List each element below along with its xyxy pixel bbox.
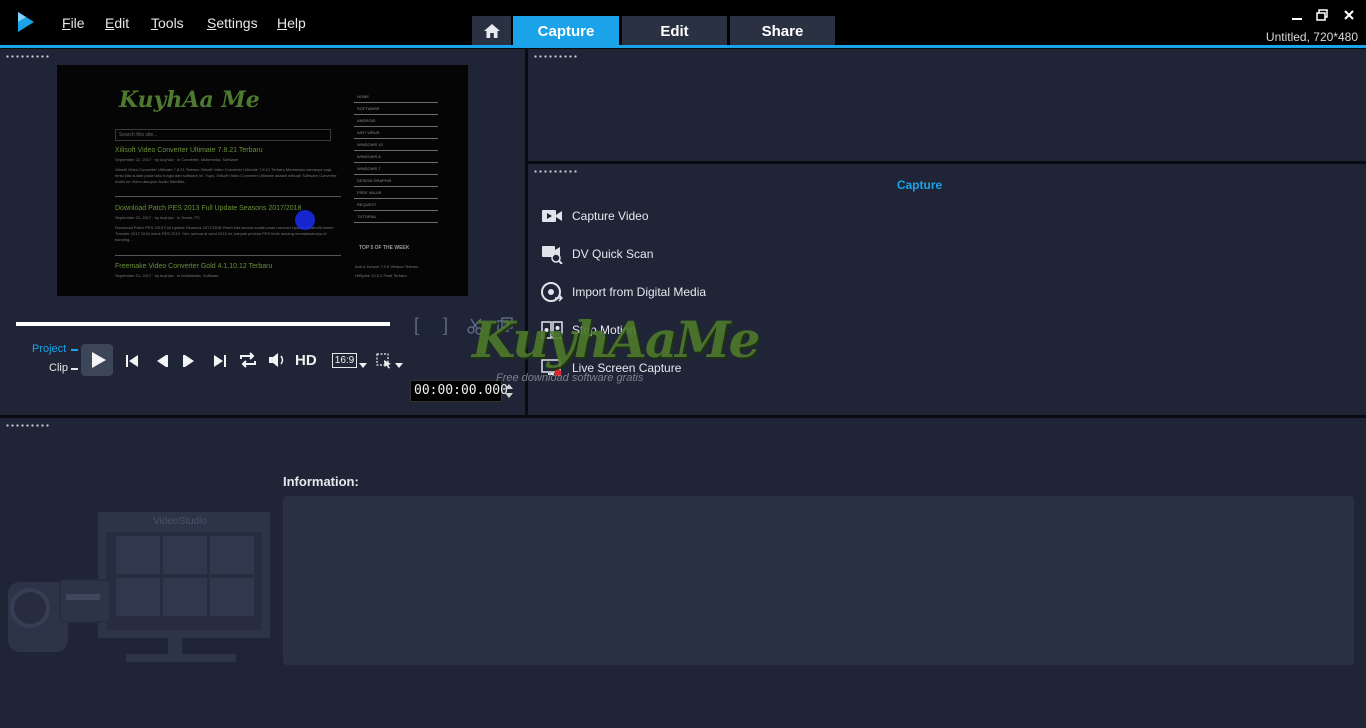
information-box [283, 496, 1354, 665]
preview-nav-item: ANDROID [354, 115, 438, 127]
stop-motion-icon [540, 319, 564, 341]
next-frame-icon[interactable] [181, 353, 197, 369]
app-logo-icon [18, 12, 34, 32]
cursor-highlight [295, 210, 315, 230]
chevron-down-icon[interactable] [395, 363, 403, 368]
option-label: Capture Video [572, 209, 649, 223]
mark-in-button[interactable]: [ [414, 315, 419, 336]
preview-window: KuyhAa Me Search this site... Xilisoft V… [57, 65, 468, 296]
capture-illustration-icon: VideoStudio [8, 512, 270, 662]
previous-frame-icon[interactable] [154, 353, 170, 369]
project-mode-toggle[interactable]: Project [32, 343, 66, 355]
project-mode-indicator [71, 349, 78, 351]
crop-select-icon[interactable] [376, 353, 394, 369]
preview-post-title: Freemake Video Converter Gold 4.1.10.12 … [115, 263, 273, 270]
menu-tools[interactable]: Tools [151, 15, 184, 31]
preview-nav-item: WINDOWS 7 [354, 163, 438, 175]
close-icon[interactable] [1341, 8, 1357, 24]
options-title: Capture [896, 178, 943, 192]
mark-out-button[interactable]: ] [443, 315, 448, 336]
screen-record-icon [540, 357, 564, 379]
preview-top5-item: HitSpine 10.0.2 Final Terbaru [355, 273, 407, 278]
tab-home[interactable] [472, 16, 511, 46]
preview-post-text: Xilisoft Video Converter Ultimate 7.8.21… [115, 167, 337, 184]
go-to-start-icon[interactable] [124, 353, 140, 369]
preview-post-title: Download Patch PES 2013 Full Update Seas… [115, 205, 302, 212]
preview-search-box: Search this site... [115, 129, 331, 141]
preview-nav-item: DESIGN GRAPHIS [354, 175, 438, 187]
minimize-icon[interactable] [1289, 8, 1305, 24]
option-label: Import from Digital Media [572, 285, 707, 299]
accent-divider [0, 45, 1366, 48]
information-label: Information: [283, 474, 359, 489]
menu-edit[interactable]: Edit [105, 15, 129, 31]
capture-video-option[interactable]: Capture Video [540, 204, 649, 228]
import-digital-media-option[interactable]: Import from Digital Media [540, 280, 706, 304]
live-screen-capture-option[interactable]: Live Screen Capture [540, 356, 681, 380]
chevron-down-icon[interactable] [359, 363, 367, 368]
preview-site-logo: KuyhAa Me [119, 87, 260, 113]
information-panel: Information: VideoStudio [0, 418, 1366, 728]
restore-icon[interactable] [1314, 8, 1330, 24]
preview-top5-heading: TOP 5 OF THE WEEK [359, 245, 410, 251]
repeat-icon[interactable] [238, 351, 258, 369]
preview-post-meta: September 22, 2017 · by kuyhAa · in Game… [115, 215, 200, 220]
preview-nav-item: SOFTWARE [354, 103, 438, 115]
preview-top5-item: Anti & Deluxe 7.0.0 Version Terbaru [355, 264, 419, 269]
menu-settings[interactable]: Settings [207, 15, 258, 31]
preview-post-meta: September 21, 2017 · by kuyhAa · in Mult… [115, 273, 219, 278]
capture-options-panel: Capture Capture Video DV Quick Scan Impo… [528, 164, 1366, 415]
hd-preview-toggle[interactable]: HD [295, 352, 317, 369]
panel-grip[interactable] [533, 55, 577, 58]
stepper-arrows-icon[interactable] [504, 380, 514, 402]
illustration-brand: VideoStudio [153, 516, 207, 527]
scrubber-bar[interactable] [16, 322, 390, 326]
stop-motion-option[interactable]: Stop Motion [540, 318, 636, 342]
preview-nav-item: FREE VALUE [354, 187, 438, 199]
video-camera-icon [540, 205, 564, 227]
play-button[interactable] [81, 344, 113, 376]
preview-separator [115, 255, 341, 256]
split-clip-icon[interactable] [467, 317, 485, 335]
timecode-field[interactable]: 00:00:00.000 [410, 380, 508, 402]
go-to-end-icon[interactable] [212, 353, 228, 369]
preview-nav-item: WINDOWS 10 [354, 139, 438, 151]
preview-post-title: Xilisoft Video Converter Ultimate 7.8.21… [115, 147, 263, 154]
preview-nav-item: ANTI VIRUS [354, 127, 438, 139]
preview-nav-item: REQUEST [354, 199, 438, 211]
volume-icon[interactable] [267, 351, 287, 369]
menu-file[interactable]: File [62, 15, 85, 31]
tab-share[interactable]: Share [730, 16, 835, 46]
disc-import-icon [540, 281, 564, 303]
clip-mode-toggle[interactable]: Clip [49, 362, 68, 374]
clip-mode-indicator [71, 368, 78, 370]
option-label: DV Quick Scan [572, 247, 654, 261]
player-panel: KuyhAa Me Search this site... Xilisoft V… [0, 49, 525, 415]
project-info: Untitled, 720*480 [1265, 30, 1358, 44]
preview-nav-item: TUTORIAL [354, 211, 438, 223]
tab-capture[interactable]: Capture [513, 16, 619, 46]
library-panel [528, 49, 1366, 161]
preview-post-meta: September 22, 2017 · by kuyhAa · in Conv… [115, 157, 239, 162]
option-label: Stop Motion [572, 323, 637, 337]
preview-nav-item: HOME [354, 91, 438, 103]
timecode-stepper[interactable] [502, 380, 515, 402]
tab-edit[interactable]: Edit [622, 16, 727, 46]
dv-quick-scan-option[interactable]: DV Quick Scan [540, 242, 653, 266]
option-label: Live Screen Capture [572, 361, 682, 375]
menu-help[interactable]: Help [277, 15, 306, 31]
home-icon [483, 24, 500, 38]
preview-nav: HOME SOFTWARE ANDROID ANTI VIRUS WINDOWS… [354, 91, 438, 223]
preview-separator [115, 196, 341, 197]
copy-clip-icon[interactable] [497, 317, 513, 333]
panel-grip[interactable] [5, 424, 49, 427]
dv-scan-icon [540, 243, 564, 265]
title-bar: File Edit Tools Settings Help Capture Ed… [0, 0, 1366, 46]
aspect-ratio-button[interactable]: 16:9 [332, 353, 357, 368]
app-window: File Edit Tools Settings Help Capture Ed… [0, 0, 1366, 728]
panel-grip[interactable] [533, 170, 577, 173]
panel-grip[interactable] [5, 55, 49, 58]
preview-nav-item: WINDOWS 8 [354, 151, 438, 163]
